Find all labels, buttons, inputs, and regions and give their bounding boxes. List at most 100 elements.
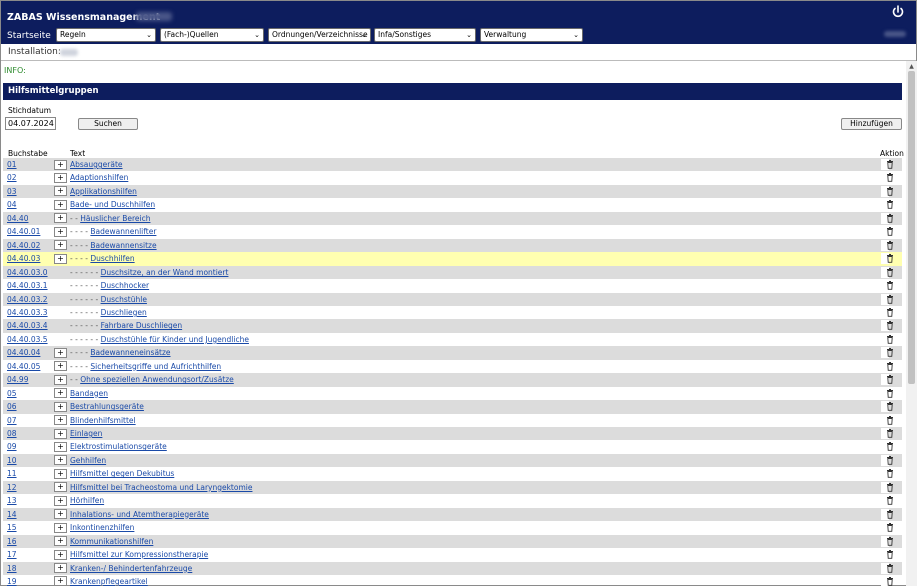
trash-icon[interactable] <box>886 455 894 465</box>
row-text-link[interactable]: Badewannenlifter <box>90 227 156 236</box>
trash-icon[interactable] <box>886 375 894 384</box>
row-code-link[interactable]: 04 <box>7 200 17 209</box>
row-text-link[interactable]: Badewannensitze <box>90 241 156 250</box>
row-code-link[interactable]: 17 <box>7 550 17 559</box>
trash-icon[interactable] <box>886 213 894 223</box>
row-text-link[interactable]: Hilfsmittel bei Tracheostoma und Larynge… <box>70 483 252 492</box>
expand-button[interactable]: + <box>54 522 67 533</box>
trash-icon[interactable] <box>886 348 894 358</box>
power-icon[interactable] <box>891 5 905 19</box>
trash-icon[interactable] <box>886 469 894 479</box>
expand-button[interactable]: + <box>54 226 67 237</box>
row-text-link[interactable]: Duschhilfen <box>90 254 134 263</box>
row-text-link[interactable]: Kranken-/ Behindertenfahrzeuge <box>70 564 192 573</box>
row-text-link[interactable]: Krankenpflegeartikel <box>70 577 148 586</box>
row-text-link[interactable]: Applikationshilfen <box>70 187 137 196</box>
administration-menu-select[interactable]: Verwaltung ⌄ <box>480 28 583 42</box>
trash-icon[interactable] <box>886 200 894 210</box>
row-code-link[interactable]: 04.40.03.4 <box>7 321 48 330</box>
trash-icon[interactable] <box>886 294 894 304</box>
row-text-link[interactable]: Inkontinenzhilfen <box>70 523 134 532</box>
row-code-link[interactable]: 14 <box>7 510 17 519</box>
row-text-link[interactable]: Hilfsmittel gegen Dekubitus <box>70 469 174 478</box>
trash-icon[interactable] <box>886 267 894 277</box>
row-text-link[interactable]: Badewanneneinsätze <box>90 348 170 357</box>
expand-button[interactable]: + <box>54 401 67 412</box>
trash-icon[interactable] <box>886 429 894 438</box>
row-text-link[interactable]: Duschstühle <box>101 295 147 304</box>
row-code-link[interactable]: 11 <box>7 469 17 478</box>
row-text-link[interactable]: Duschhocker <box>101 281 150 290</box>
row-code-link[interactable]: 08 <box>7 429 17 438</box>
trash-icon[interactable] <box>886 496 894 505</box>
trash-icon[interactable] <box>886 402 894 411</box>
row-text-link[interactable]: Einlagen <box>70 429 102 438</box>
row-code-link[interactable]: 04.40.05 <box>7 362 40 371</box>
trash-icon[interactable] <box>886 442 894 452</box>
expand-button[interactable]: + <box>54 455 67 466</box>
row-code-link[interactable]: 04.40.03.2 <box>7 295 48 304</box>
row-code-link[interactable]: 04.40.03.3 <box>7 308 48 317</box>
expand-button[interactable]: + <box>54 361 67 372</box>
row-code-link[interactable]: 07 <box>7 416 17 425</box>
row-text-link[interactable]: Bandagen <box>70 389 108 398</box>
expand-button[interactable]: + <box>54 347 67 358</box>
trash-icon[interactable] <box>886 482 894 492</box>
row-text-link[interactable]: Hörhilfen <box>70 496 104 505</box>
expand-button[interactable]: + <box>54 495 67 506</box>
start-page-link[interactable]: Startseite <box>7 31 51 41</box>
expand-button[interactable]: + <box>54 428 67 439</box>
trash-icon[interactable] <box>886 361 894 371</box>
info-menu-select[interactable]: Infa/Sonstiges ⌄ <box>374 28 476 42</box>
trash-icon[interactable] <box>886 334 894 344</box>
date-input[interactable]: 04.07.2024 <box>5 117 56 130</box>
row-text-link[interactable]: Absauggeräte <box>70 160 123 169</box>
row-text-link[interactable]: Duschsitze, an der Wand montiert <box>101 268 229 277</box>
row-text-link[interactable]: Inhalations- und Atemtherapiegeräte <box>70 510 209 519</box>
row-code-link[interactable]: 13 <box>7 496 17 505</box>
sources-menu-select[interactable]: (Fach-)Quellen ⌄ <box>160 28 264 42</box>
expand-button[interactable]: + <box>54 576 67 587</box>
row-text-link[interactable]: Fahrbare Duschliegen <box>101 321 183 330</box>
row-code-link[interactable]: 02 <box>7 173 17 182</box>
expand-button[interactable]: + <box>54 240 67 251</box>
row-text-link[interactable]: Häuslicher Bereich <box>80 214 150 223</box>
row-text-link[interactable]: Duschliegen <box>101 308 147 317</box>
row-code-link[interactable]: 04.40 <box>7 214 28 223</box>
row-code-link[interactable]: 19 <box>7 577 17 586</box>
row-code-link[interactable]: 10 <box>7 456 17 465</box>
row-code-link[interactable]: 04.40.03.5 <box>7 335 48 344</box>
row-text-link[interactable]: Bade- und Duschhilfen <box>70 200 155 209</box>
scroll-thumb[interactable] <box>908 71 915 384</box>
row-code-link[interactable]: 04.40.03.1 <box>7 281 48 290</box>
expand-button[interactable]: + <box>54 199 67 210</box>
expand-button[interactable]: + <box>54 536 67 547</box>
trash-icon[interactable] <box>886 281 894 290</box>
row-code-link[interactable]: 04.40.03 <box>7 254 40 263</box>
trash-icon[interactable] <box>886 254 894 263</box>
rules-menu-select[interactable]: Regeln ⌄ <box>56 28 156 42</box>
trash-icon[interactable] <box>886 576 894 586</box>
row-code-link[interactable]: 16 <box>7 537 17 546</box>
expand-button[interactable]: + <box>54 549 67 560</box>
row-code-link[interactable]: 04.40.04 <box>7 348 40 357</box>
ordinances-menu-select[interactable]: Ordnungen/Verzeichnisse ⌄ <box>268 28 371 42</box>
expand-button[interactable]: + <box>54 159 67 170</box>
trash-icon[interactable] <box>886 321 894 331</box>
row-text-link[interactable]: Sicherheitsgriffe und Aufrichthilfen <box>90 362 221 371</box>
trash-icon[interactable] <box>886 186 894 196</box>
expand-button[interactable]: + <box>54 374 67 385</box>
search-button[interactable]: Suchen <box>78 118 138 130</box>
trash-icon[interactable] <box>886 563 894 573</box>
row-text-link[interactable]: Blindenhilfsmittel <box>70 416 136 425</box>
expand-button[interactable]: + <box>54 253 67 264</box>
trash-icon[interactable] <box>886 307 894 317</box>
row-code-link[interactable]: 09 <box>7 442 17 451</box>
trash-icon[interactable] <box>886 173 894 183</box>
expand-button[interactable]: + <box>54 388 67 399</box>
expand-button[interactable]: + <box>54 172 67 183</box>
row-code-link[interactable]: 03 <box>7 187 17 196</box>
trash-icon[interactable] <box>886 509 894 519</box>
row-text-link[interactable]: Elektrostimulationsgeräte <box>70 442 167 451</box>
row-text-link[interactable]: Bestrahlungsgeräte <box>70 402 144 411</box>
